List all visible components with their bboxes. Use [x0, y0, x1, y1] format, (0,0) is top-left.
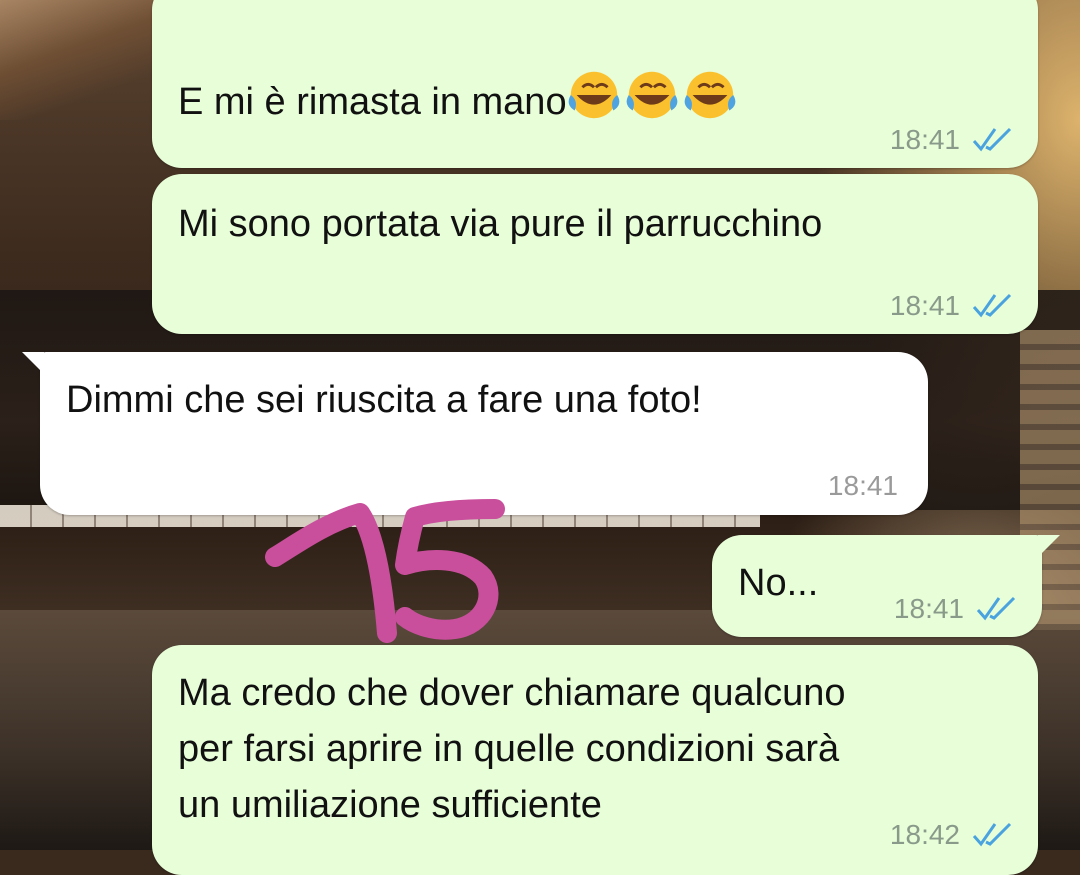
bubble-tail	[1038, 535, 1060, 557]
message-bubble-incoming[interactable]: Dimmi che sei riuscita a fare una foto! …	[22, 352, 928, 515]
tears-of-joy-emoji-icon	[568, 71, 619, 119]
message-time: 18:41	[889, 290, 960, 321]
message-text: Dimmi che sei riuscita a fare una foto!	[66, 379, 702, 421]
message-time: 18:41	[827, 470, 898, 501]
message-bubble-outgoing[interactable]: E mi è rimasta in mano 18:41	[152, 0, 1038, 168]
tears-of-joy-emoji-icon	[684, 71, 735, 119]
message-time: 18:42	[889, 819, 960, 850]
message-time: 18:41	[893, 593, 964, 624]
message-text: Ma credo che dover chiamare qualcuno per…	[178, 672, 846, 826]
read-double-check-icon	[976, 596, 1016, 621]
message-time: 18:41	[889, 124, 960, 155]
tears-of-joy-emoji-icon	[626, 71, 677, 119]
message-text: E mi è rimasta in mano	[178, 81, 567, 123]
read-double-check-icon	[972, 293, 1012, 318]
message-bubble-outgoing[interactable]: No... 18:41	[712, 535, 1060, 637]
message-bubble-outgoing[interactable]: Mi sono portata via pure il parrucchino …	[152, 174, 1038, 334]
read-double-check-icon	[972, 127, 1012, 152]
handwritten-annotation	[265, 499, 505, 643]
read-double-check-icon	[972, 822, 1012, 847]
message-bubble-outgoing[interactable]: Ma credo che dover chiamare qualcuno per…	[152, 645, 1038, 875]
message-text: No...	[738, 562, 819, 604]
bubble-tail	[22, 352, 44, 374]
message-text: Mi sono portata via pure il parrucchino	[178, 203, 823, 245]
